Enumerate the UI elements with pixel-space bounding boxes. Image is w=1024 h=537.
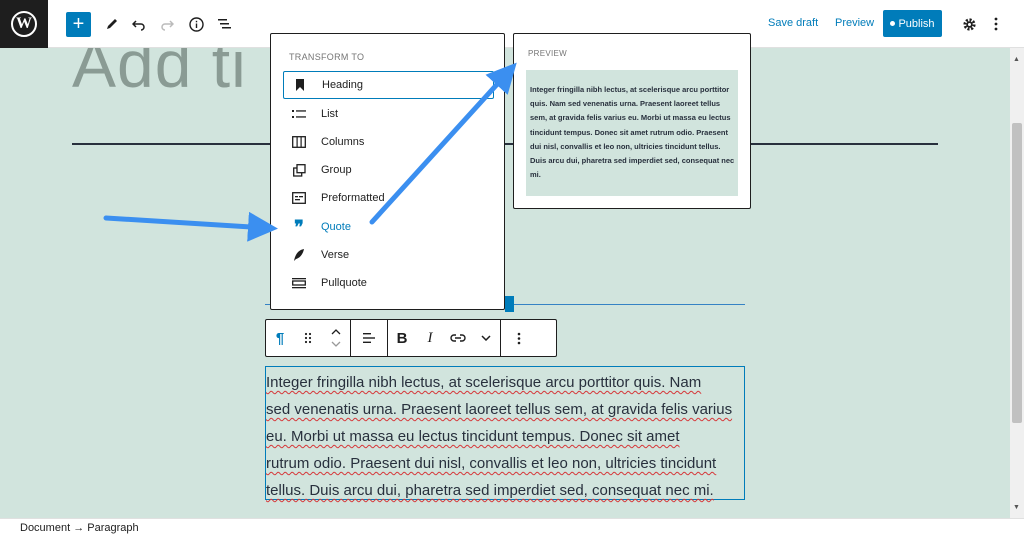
vertical-ellipsis-icon	[517, 332, 521, 344]
transform-option-verse[interactable]: Verse	[283, 241, 494, 269]
chevron-down-icon[interactable]	[331, 341, 341, 347]
transform-option-quote[interactable]: ❞ Quote	[283, 213, 494, 241]
block-toolbar-switcher-group: ¶	[266, 320, 351, 356]
options-menu-button[interactable]	[988, 12, 1004, 36]
transform-option-label: Quote	[321, 221, 351, 233]
quote-icon: ❞	[294, 216, 304, 237]
paragraph-line: sed venenatis urna. Praesent laoreet tel…	[266, 401, 733, 418]
italic-icon: I	[427, 329, 433, 346]
block-options-button[interactable]	[501, 320, 537, 356]
group-icon	[291, 163, 307, 177]
editor-top-bar: W + Save draft Preview Publish	[0, 0, 1024, 48]
transform-to-menu: TRANSFORM TO Heading List Columns Group …	[270, 33, 505, 310]
drag-handle[interactable]	[294, 320, 322, 356]
status-dot-icon	[890, 21, 896, 26]
inserter-handle[interactable]	[505, 296, 514, 312]
redo-icon	[161, 20, 174, 31]
move-block-buttons[interactable]	[322, 320, 350, 356]
edit-tool-button[interactable]	[103, 12, 121, 36]
preview-content: Integer fringilla nibh lectus, at sceler…	[526, 70, 738, 196]
info-icon	[188, 16, 204, 32]
editor-canvas: Add ti ¶ B I Integer fringilla nibh lect…	[0, 48, 1010, 518]
transform-preview-panel: PREVIEW Integer fringilla nibh lectus, a…	[513, 33, 751, 209]
transform-option-group[interactable]: Group	[283, 156, 494, 184]
list-view-icon	[217, 19, 231, 29]
undo-button[interactable]	[130, 12, 148, 36]
paragraph-line: Integer fringilla nibh lectus, at sceler…	[266, 374, 702, 391]
scrollbar-thumb[interactable]	[1012, 123, 1022, 423]
columns-icon	[291, 136, 307, 148]
gear-icon	[962, 17, 976, 31]
vertical-scrollbar[interactable]: ▲ ▼	[1010, 48, 1024, 518]
vertical-ellipsis-icon	[994, 17, 998, 31]
list-icon	[291, 108, 307, 120]
breadcrumb[interactable]: Document → Paragraph	[20, 522, 139, 534]
bookmark-icon	[292, 79, 308, 91]
align-left-icon	[363, 333, 375, 343]
transform-option-columns[interactable]: Columns	[283, 128, 494, 156]
transform-option-label: List	[321, 108, 339, 120]
bold-icon: B	[396, 329, 408, 347]
bold-button[interactable]: B	[388, 320, 416, 356]
block-breadcrumb-bar: Document → Paragraph	[0, 518, 1024, 537]
redo-button[interactable]	[158, 12, 176, 36]
paragraph-line: tellus. Duis arcu dui, pharetra sed impe…	[266, 482, 714, 499]
preview-header: PREVIEW	[528, 49, 567, 58]
transform-option-label: Verse	[321, 249, 350, 261]
block-toolbar: ¶ B I	[265, 319, 557, 357]
transform-option-label: Group	[321, 164, 352, 176]
paragraph-line: eu. Morbi ut massa eu lectus tincidunt t…	[266, 428, 680, 445]
transform-option-label: Pullquote	[321, 277, 367, 289]
wordpress-logo-icon: W	[11, 11, 37, 37]
transform-option-list[interactable]: List	[283, 100, 494, 128]
align-button[interactable]	[351, 320, 387, 356]
undo-icon	[132, 20, 145, 31]
details-button[interactable]	[187, 12, 205, 36]
transform-option-heading[interactable]: Heading	[283, 71, 494, 99]
paragraph-line: rutrum odio. Praesent dui nisl, convalli…	[266, 455, 717, 472]
transform-option-preformatted[interactable]: Preformatted	[283, 184, 494, 212]
post-title[interactable]: Add ti	[72, 48, 247, 102]
transform-menu-header: TRANSFORM TO	[289, 52, 365, 62]
preview-link[interactable]: Preview	[835, 17, 874, 29]
feather-icon	[291, 248, 307, 262]
add-block-button[interactable]: +	[66, 12, 91, 37]
paragraph-icon: ¶	[275, 329, 285, 347]
link-button[interactable]	[444, 320, 472, 356]
scroll-up-arrow-icon[interactable]: ▲	[1013, 56, 1020, 63]
block-toolbar-align-group	[351, 320, 388, 356]
paragraph-block[interactable]: Integer fringilla nibh lectus, at sceler…	[265, 366, 745, 500]
transform-option-pullquote[interactable]: Pullquote	[283, 269, 494, 297]
drag-handle-icon	[304, 332, 312, 344]
publish-label: Publish	[898, 17, 935, 30]
list-view-button[interactable]	[215, 12, 233, 36]
chevron-down-icon	[481, 335, 491, 341]
transform-option-label: Heading	[322, 79, 363, 91]
link-icon	[450, 334, 466, 342]
block-toolbar-format-group: B I	[388, 320, 501, 356]
settings-button[interactable]	[960, 12, 978, 36]
wordpress-logo-button[interactable]: W	[0, 0, 48, 48]
chevron-up-icon[interactable]	[331, 329, 341, 335]
publish-button[interactable]: Publish	[883, 10, 942, 37]
preformatted-icon	[291, 192, 307, 204]
pencil-icon	[107, 19, 117, 29]
paragraph-block-switcher-button[interactable]: ¶	[266, 320, 294, 356]
scroll-down-arrow-icon[interactable]: ▼	[1013, 504, 1020, 511]
save-draft-link[interactable]: Save draft	[768, 17, 818, 29]
block-toolbar-options-group	[501, 320, 537, 356]
transform-option-label: Preformatted	[321, 192, 385, 204]
more-formats-button[interactable]	[472, 320, 500, 356]
pullquote-icon	[291, 277, 307, 289]
transform-option-label: Columns	[321, 136, 365, 148]
italic-button[interactable]: I	[416, 320, 444, 356]
separator-line	[72, 143, 938, 145]
